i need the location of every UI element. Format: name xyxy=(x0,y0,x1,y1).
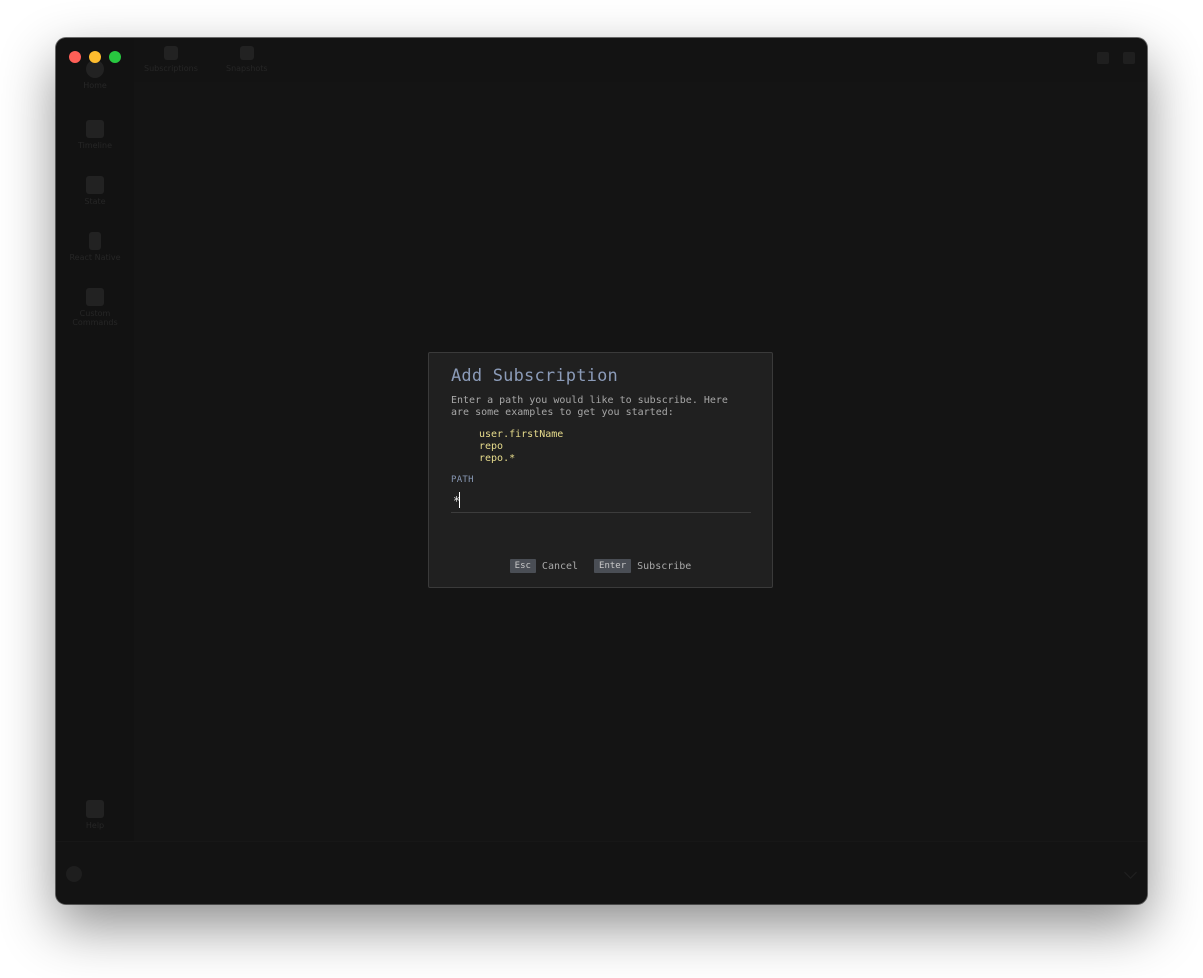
tab-label: Snapshots xyxy=(226,64,268,73)
help-icon xyxy=(86,800,104,818)
path-input[interactable] xyxy=(451,489,751,513)
sidebar-item-react-native[interactable]: React Native xyxy=(56,232,134,262)
bell-icon xyxy=(163,46,178,60)
app-logo-icon xyxy=(66,866,82,882)
text-cursor xyxy=(459,492,460,508)
example-item: repo xyxy=(479,441,504,452)
sidebar-item-label: Timeline xyxy=(77,141,112,150)
dialog-title: Add Subscription xyxy=(451,366,618,386)
sidebar-item-custom-commands[interactable]: Custom Commands xyxy=(56,288,134,327)
sidebar-item-label: React Native xyxy=(69,253,121,262)
clipboard-icon xyxy=(86,176,104,194)
phone-icon xyxy=(89,232,101,250)
trash-icon[interactable] xyxy=(1123,52,1135,64)
sidebar-item-state[interactable]: State xyxy=(56,176,134,206)
tab-subscriptions[interactable]: Subscriptions xyxy=(144,46,198,73)
pen-icon xyxy=(86,288,104,306)
top-right-actions xyxy=(1097,52,1135,64)
cancel-button[interactable]: Esc Cancel xyxy=(509,559,579,573)
sidebar-item-help[interactable]: Help xyxy=(56,800,134,830)
example-item: repo.* xyxy=(479,453,516,464)
window-controls xyxy=(69,51,121,63)
sidebar-item-label: Help xyxy=(85,821,105,830)
path-label: PATH xyxy=(451,475,474,485)
example-item: user.firstName xyxy=(479,429,564,440)
app-window: Home Timeline State React Native Custom … xyxy=(56,38,1147,904)
list-icon xyxy=(86,120,104,138)
top-bar: Subscriptions Snapshots xyxy=(134,38,1147,82)
examples-list: user.firstName repo repo.* xyxy=(479,429,563,465)
dialog-actions: Esc Cancel Enter Subscribe xyxy=(429,559,772,573)
cancel-label: Cancel xyxy=(541,560,579,572)
zoom-window-button[interactable] xyxy=(109,51,121,63)
dialog-description: Enter a path you would like to subscribe… xyxy=(451,395,728,418)
esc-key-badge: Esc xyxy=(509,559,536,573)
sidebar-item-label: Custom Commands xyxy=(72,309,118,327)
sidebar-item-label: State xyxy=(84,197,106,206)
sidebar: Home Timeline State React Native Custom … xyxy=(56,38,134,842)
minimize-window-button[interactable] xyxy=(89,51,101,63)
sidebar-item-timeline[interactable]: Timeline xyxy=(56,120,134,150)
tab-label: Subscriptions xyxy=(144,64,198,73)
status-bar xyxy=(56,841,1147,904)
sidebar-item-label: Home xyxy=(83,81,107,90)
sidebar-item-home[interactable]: Home xyxy=(56,60,134,90)
chevron-icon[interactable] xyxy=(1124,866,1137,879)
subscribe-label: Subscribe xyxy=(637,560,692,572)
snapshot-icon xyxy=(239,46,254,60)
enter-key-badge: Enter xyxy=(594,559,632,573)
close-window-button[interactable] xyxy=(69,51,81,63)
tab-snapshots[interactable]: Snapshots xyxy=(226,46,268,73)
subscribe-button[interactable]: Enter Subscribe xyxy=(594,559,691,573)
add-subscription-dialog: Add Subscription Enter a path you would … xyxy=(428,352,773,588)
add-icon[interactable] xyxy=(1097,52,1109,64)
